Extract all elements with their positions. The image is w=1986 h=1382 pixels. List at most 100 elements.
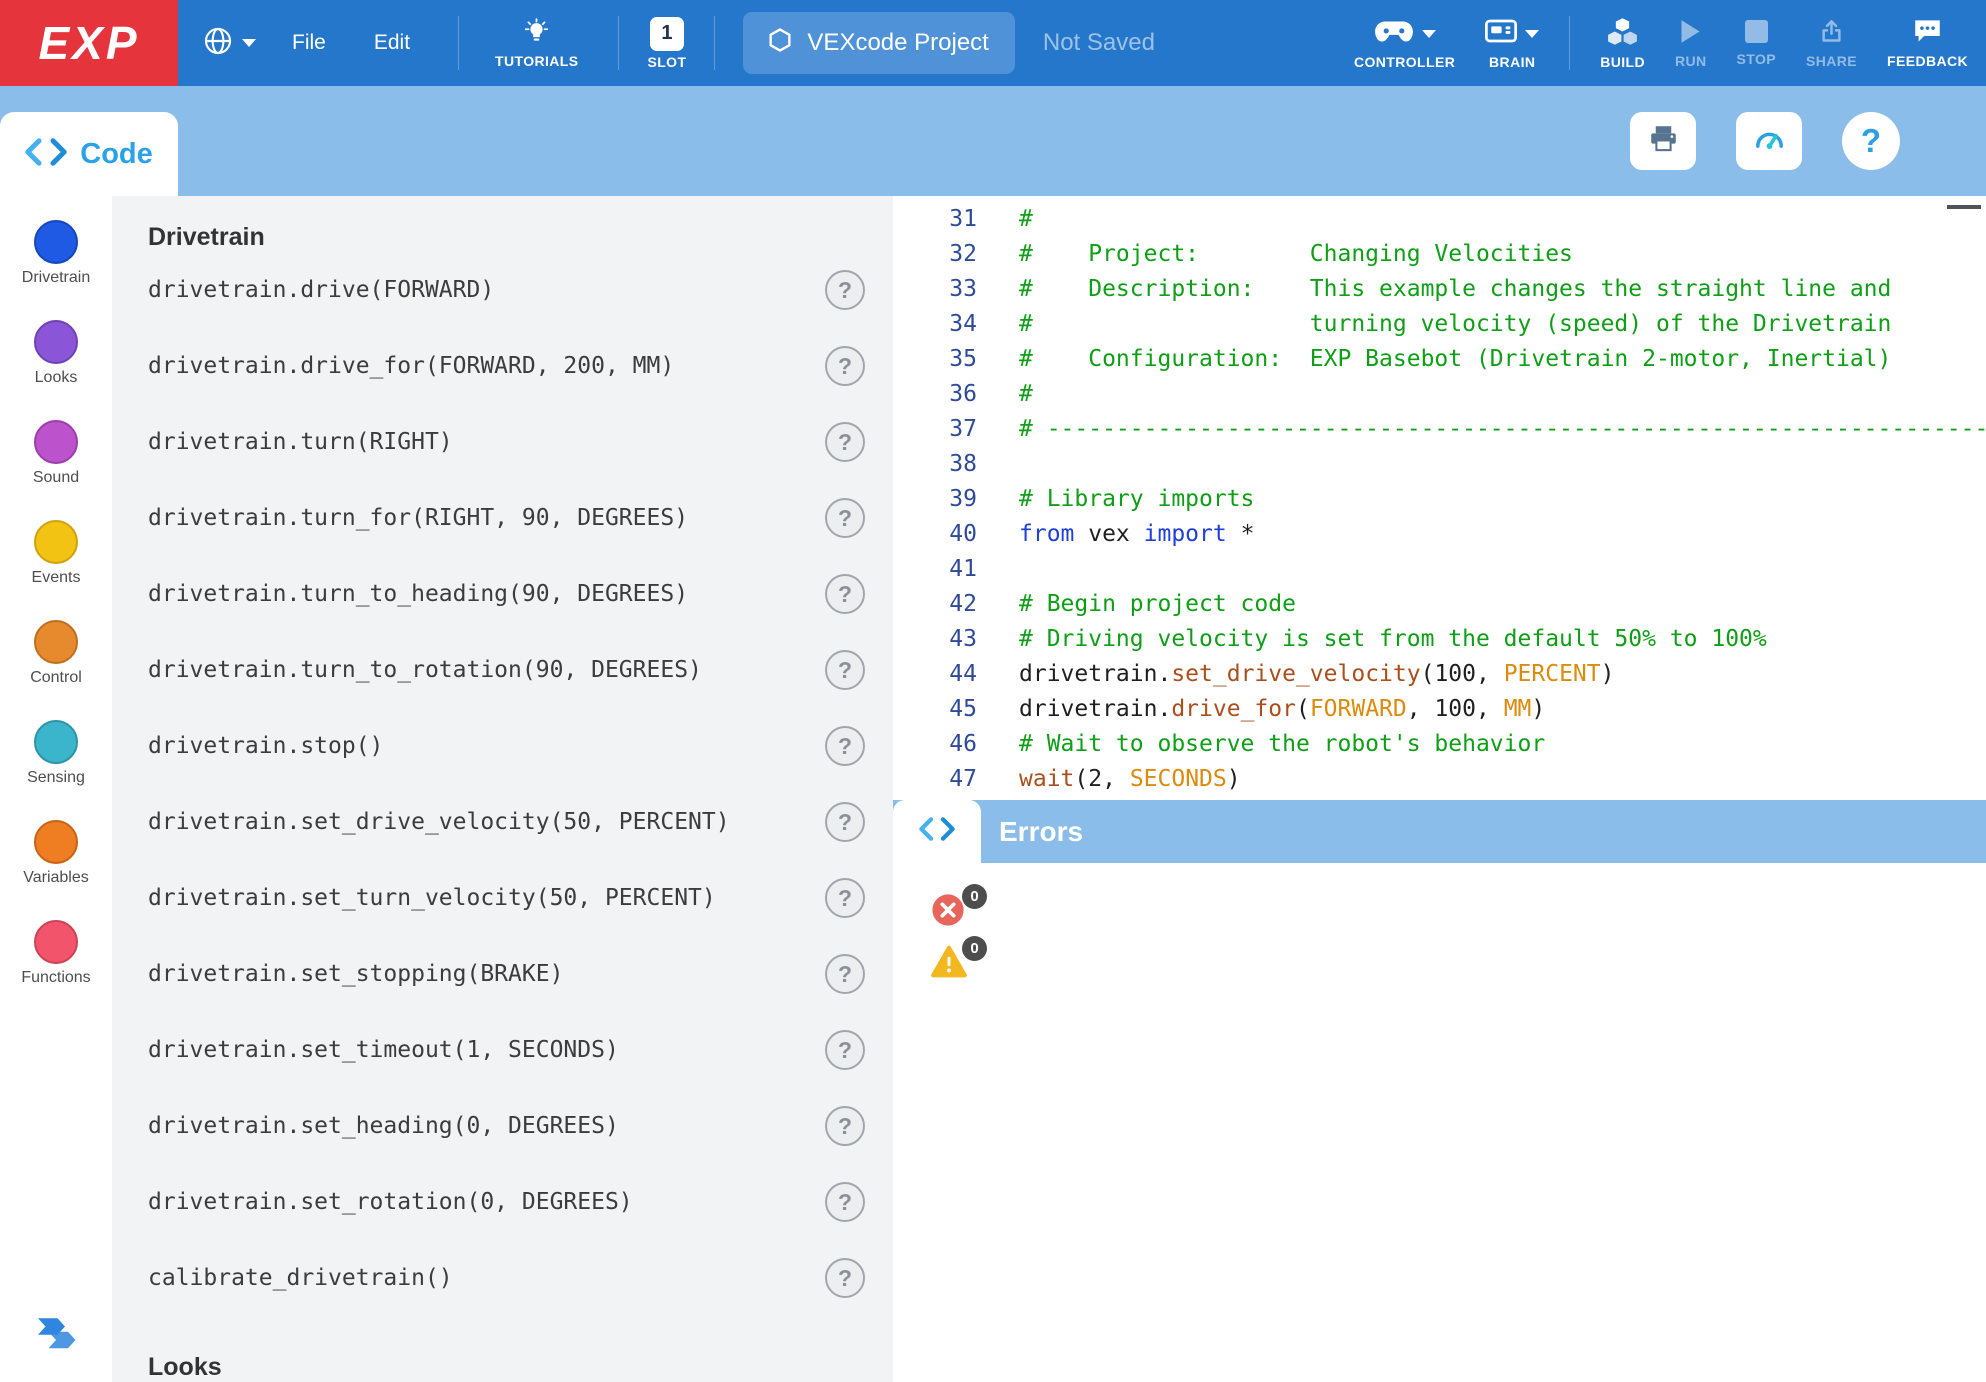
command-help-button[interactable]: ? (825, 498, 865, 538)
toolbox-command-row[interactable]: drivetrain.turn(RIGHT)? (148, 404, 865, 480)
code-line[interactable]: 34# turning velocity (speed) of the Driv… (893, 307, 1986, 342)
command-help-button[interactable]: ? (825, 802, 865, 842)
main-area: DrivetrainLooksSoundEventsControlSensing… (0, 196, 1986, 1382)
toolbox-command-row[interactable]: drivetrain.set_turn_velocity(50, PERCENT… (148, 860, 865, 936)
command-text[interactable]: drivetrain.stop() (148, 733, 383, 759)
toolbox-command-row[interactable]: drivetrain.set_rotation(0, DEGREES)? (148, 1164, 865, 1240)
code-line[interactable]: 36# (893, 377, 1986, 412)
help-button[interactable]: ? (1842, 112, 1900, 170)
tab-errors[interactable] (893, 800, 981, 863)
category-control[interactable]: Control (0, 620, 112, 720)
code-line[interactable]: 37# ------------------------------------… (893, 412, 1986, 447)
share-button[interactable]: SHARE (1806, 18, 1857, 69)
code-line[interactable]: 41 (893, 552, 1986, 587)
tab-code[interactable]: Code (0, 112, 178, 196)
command-text[interactable]: drivetrain.turn_to_rotation(90, DEGREES) (148, 657, 702, 683)
run-button[interactable]: RUN (1675, 18, 1707, 69)
feedback-button[interactable]: FEEDBACK (1887, 18, 1968, 69)
tutorials-button[interactable]: TUTORIALS (495, 18, 578, 69)
command-text[interactable]: drivetrain.set_drive_velocity(50, PERCEN… (148, 809, 730, 835)
toolbox-command-row[interactable]: drivetrain.drive(FORWARD)? (148, 252, 865, 328)
toolbox-command-row[interactable]: drivetrain.drive_for(FORWARD, 200, MM)? (148, 328, 865, 404)
code-line[interactable]: 40from vex import * (893, 517, 1986, 552)
controller-button[interactable]: CONTROLLER (1354, 17, 1455, 70)
drivetrain-category-icon (34, 220, 78, 264)
toolbox-command-row[interactable]: drivetrain.set_heading(0, DEGREES)? (148, 1088, 865, 1164)
toolbar-separator (714, 16, 715, 70)
command-text[interactable]: drivetrain.set_rotation(0, DEGREES) (148, 1189, 633, 1215)
command-help-button[interactable]: ? (825, 346, 865, 386)
menu-edit[interactable]: Edit (374, 31, 410, 55)
project-name-button[interactable]: VEXcode Project (743, 12, 1014, 74)
slot-button[interactable]: 1 SLOT (647, 17, 686, 70)
code-line[interactable]: 31# (893, 202, 1986, 237)
tutorials-label: TUTORIALS (495, 53, 578, 69)
sub-toolbar: Code (0, 86, 1986, 196)
toolbox-collapse-button[interactable] (35, 1315, 77, 1358)
menu-file[interactable]: File (292, 31, 326, 55)
command-help-button[interactable]: ? (825, 574, 865, 614)
sound-category-icon (34, 420, 78, 464)
toolbox-command-row[interactable]: drivetrain.turn_to_heading(90, DEGREES)? (148, 556, 865, 632)
line-number: 45 (893, 692, 977, 727)
command-text[interactable]: drivetrain.set_turn_velocity(50, PERCENT… (148, 885, 716, 911)
command-text[interactable]: drivetrain.drive_for(FORWARD, 200, MM) (148, 353, 674, 379)
command-text[interactable]: drivetrain.set_stopping(BRAKE) (148, 961, 563, 987)
line-content: # turning velocity (speed) of the Drivet… (1019, 307, 1891, 342)
code-line[interactable]: 33# Description: This example changes th… (893, 272, 1986, 307)
line-number: 31 (893, 202, 977, 237)
category-looks[interactable]: Looks (0, 320, 112, 420)
brain-button[interactable]: BRAIN (1485, 17, 1539, 70)
command-help-button[interactable]: ? (825, 270, 865, 310)
build-button[interactable]: BUILD (1600, 17, 1645, 70)
category-events[interactable]: Events (0, 520, 112, 620)
toolbox-command-row[interactable]: drivetrain.stop()? (148, 708, 865, 784)
code-line[interactable]: 35# Configuration: EXP Basebot (Drivetra… (893, 342, 1986, 377)
stop-icon (1745, 20, 1768, 48)
command-help-button[interactable]: ? (825, 650, 865, 690)
category-sound[interactable]: Sound (0, 420, 112, 520)
category-drivetrain[interactable]: Drivetrain (0, 220, 112, 320)
code-line[interactable]: 39# Library imports (893, 482, 1986, 517)
command-help-button[interactable]: ? (825, 726, 865, 766)
toolbox-command-row[interactable]: drivetrain.turn_to_rotation(90, DEGREES)… (148, 632, 865, 708)
toolbox-command-row[interactable]: drivetrain.turn_for(RIGHT, 90, DEGREES)? (148, 480, 865, 556)
editor-scrollbar[interactable] (1947, 205, 1981, 209)
command-text[interactable]: drivetrain.turn(RIGHT) (148, 429, 453, 455)
command-help-button[interactable]: ? (825, 878, 865, 918)
code-line[interactable]: 46# Wait to observe the robot's behavior (893, 727, 1986, 762)
code-line[interactable]: 32# Project: Changing Velocities (893, 237, 1986, 272)
category-variables[interactable]: Variables (0, 820, 112, 920)
command-help-button[interactable]: ? (825, 422, 865, 462)
command-help-button[interactable]: ? (825, 1182, 865, 1222)
code-line[interactable]: 43# Driving velocity is set from the def… (893, 622, 1986, 657)
code-editor[interactable]: 31#32# Project: Changing Velocities33# D… (893, 196, 1986, 800)
code-line[interactable]: 44drivetrain.set_drive_velocity(100, PER… (893, 657, 1986, 692)
code-line[interactable]: 47wait(2, SECONDS) (893, 762, 1986, 797)
print-button[interactable] (1630, 112, 1696, 170)
command-text[interactable]: drivetrain.turn_to_heading(90, DEGREES) (148, 581, 688, 607)
line-number: 33 (893, 272, 977, 307)
language-menu-button[interactable] (202, 25, 256, 62)
dashboard-button[interactable] (1736, 112, 1802, 170)
command-help-button[interactable]: ? (825, 1030, 865, 1070)
toolbox-command-row[interactable]: drivetrain.set_stopping(BRAKE)? (148, 936, 865, 1012)
category-sensing[interactable]: Sensing (0, 720, 112, 820)
command-text[interactable]: drivetrain.drive(FORWARD) (148, 277, 494, 303)
toolbox-command-row[interactable]: drivetrain.set_timeout(1, SECONDS)? (148, 1012, 865, 1088)
code-line[interactable]: 45drivetrain.drive_for(FORWARD, 100, MM) (893, 692, 1986, 727)
command-text[interactable]: drivetrain.set_heading(0, DEGREES) (148, 1113, 619, 1139)
errors-panel-header[interactable]: Errors (893, 800, 1986, 863)
toolbox-command-row[interactable]: drivetrain.set_drive_velocity(50, PERCEN… (148, 784, 865, 860)
command-help-button[interactable]: ? (825, 1106, 865, 1146)
command-text[interactable]: calibrate_drivetrain() (148, 1265, 453, 1291)
command-help-button[interactable]: ? (825, 954, 865, 994)
command-text[interactable]: drivetrain.set_timeout(1, SECONDS) (148, 1037, 619, 1063)
category-functions[interactable]: Functions (0, 920, 112, 1020)
code-line[interactable]: 42# Begin project code (893, 587, 1986, 622)
stop-button[interactable]: STOP (1737, 20, 1776, 67)
command-help-button[interactable]: ? (825, 1258, 865, 1298)
command-text[interactable]: drivetrain.turn_for(RIGHT, 90, DEGREES) (148, 505, 688, 531)
toolbox-command-row[interactable]: calibrate_drivetrain()? (148, 1240, 865, 1316)
code-line[interactable]: 38 (893, 447, 1986, 482)
